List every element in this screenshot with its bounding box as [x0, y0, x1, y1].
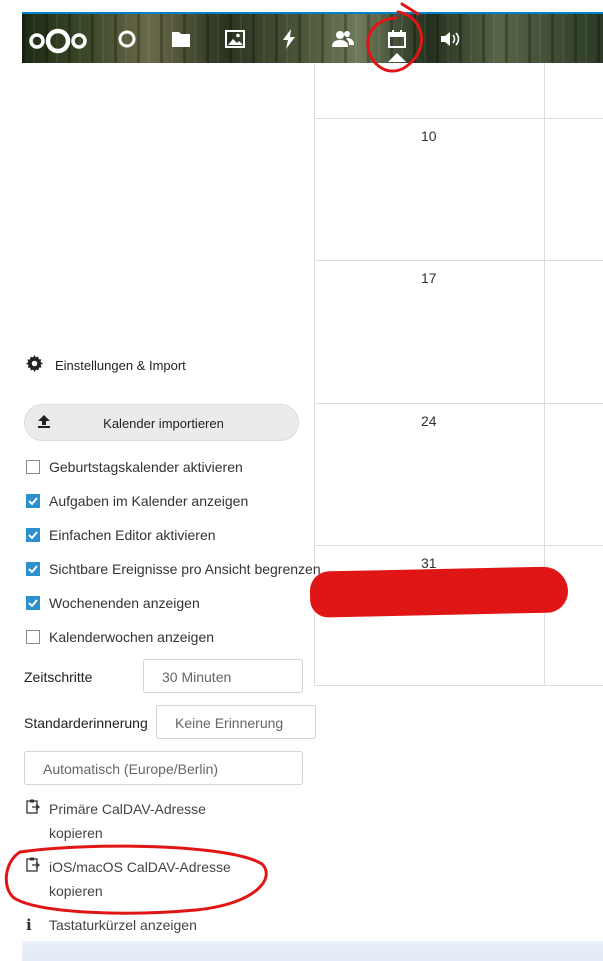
contacts-icon[interactable] [332, 28, 354, 50]
copy-primary-caldav-link[interactable]: Primäre CalDAV-Adresse kopieren [26, 797, 206, 845]
import-button-label: Kalender importieren [103, 416, 224, 431]
checkbox-checked[interactable] [26, 562, 40, 576]
nextcloud-logo[interactable] [28, 28, 88, 59]
checkbox-label: Einfachen Editor aktivieren [49, 527, 216, 543]
calendar-icon[interactable] [386, 28, 408, 50]
simple-editor-checkbox[interactable]: Einfachen Editor aktivieren [26, 527, 216, 543]
default-reminder-select[interactable]: Keine Erinnerung [156, 705, 316, 739]
checkbox-checked[interactable] [26, 528, 40, 542]
checkbox-unchecked[interactable] [26, 460, 40, 474]
day-number[interactable]: 10 [421, 128, 437, 144]
checkbox-label: Sichtbare Ereignisse pro Ansicht begrenz… [49, 561, 321, 577]
copy-ios-caldav-link[interactable]: iOS/macOS CalDAV-Adresse kopieren [26, 855, 231, 903]
clipboard-icon [26, 797, 49, 845]
time-steps-label: Zeitschritte [24, 669, 93, 685]
settings-header-label: Einstellungen & Import [55, 357, 186, 373]
app-footer-strip [22, 941, 603, 961]
grid-row-line [314, 403, 603, 404]
photos-icon[interactable] [224, 28, 246, 50]
link-label-continued: kopieren [49, 825, 103, 841]
checkbox-label: Aufgaben im Kalender anzeigen [49, 493, 249, 509]
top-navigation-bar [22, 12, 603, 63]
link-label-continued: kopieren [49, 883, 103, 899]
link-label: Tastaturkürzel anzeigen [49, 917, 197, 933]
tasks-in-calendar-checkbox[interactable]: Aufgaben im Kalender anzeigen [26, 493, 248, 509]
checkbox-unchecked[interactable] [26, 630, 40, 644]
birthday-calendar-checkbox[interactable]: Geburtstagskalender aktivieren [26, 459, 243, 475]
limit-events-checkbox[interactable]: Sichtbare Ereignisse pro Ansicht begrenz… [26, 561, 321, 577]
timezone-select[interactable]: Automatisch (Europe/Berlin) [24, 751, 303, 785]
time-steps-select[interactable]: 30 Minuten [143, 659, 303, 693]
redaction-mark [309, 566, 569, 618]
default-reminder-label: Standarderinnerung [24, 715, 148, 731]
grid-row-line [314, 118, 603, 119]
show-weekends-checkbox[interactable]: Wochenenden anzeigen [26, 595, 200, 611]
checkbox-checked[interactable] [26, 596, 40, 610]
audio-icon[interactable] [440, 28, 462, 50]
checkbox-checked[interactable] [26, 494, 40, 508]
link-label: Primäre CalDAV-Adresse [49, 801, 206, 817]
import-calendar-button[interactable]: Kalender importieren [24, 404, 299, 441]
grid-row-line [314, 545, 603, 546]
activity-icon[interactable] [278, 28, 300, 50]
day-number[interactable]: 24 [421, 413, 437, 429]
clipboard-icon [26, 855, 49, 903]
link-label: iOS/macOS CalDAV-Adresse [49, 859, 231, 875]
checkbox-label: Kalenderwochen anzeigen [49, 629, 215, 645]
gear-icon [26, 355, 43, 375]
dashboard-icon[interactable] [116, 28, 138, 50]
grid-row-line [314, 260, 603, 261]
settings-import-toggle[interactable]: Einstellungen & Import [26, 355, 186, 375]
show-shortcuts-link[interactable]: i Tastaturkürzel anzeigen [26, 913, 197, 937]
files-icon[interactable] [170, 28, 192, 50]
checkbox-label: Geburtstagskalender aktivieren [49, 459, 243, 475]
active-app-indicator [388, 53, 406, 62]
info-icon: i [26, 916, 32, 934]
week-numbers-checkbox[interactable]: Kalenderwochen anzeigen [26, 629, 214, 645]
day-number[interactable]: 17 [421, 270, 437, 286]
checkbox-label: Wochenenden anzeigen [49, 595, 200, 611]
